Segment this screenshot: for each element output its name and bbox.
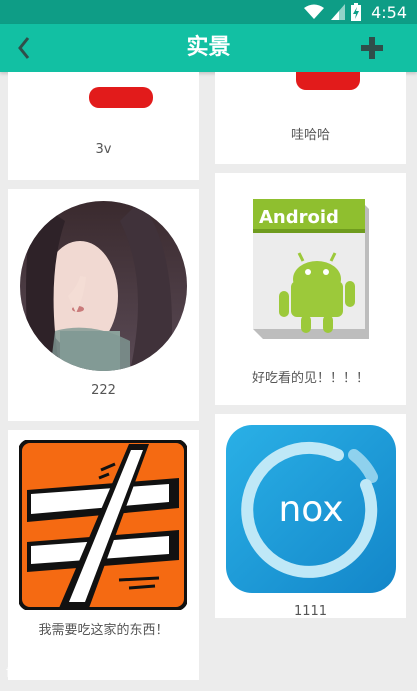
app-bar: 实景 (0, 24, 417, 72)
plus-icon (361, 37, 383, 59)
red-button-image (89, 87, 153, 108)
watermark-text: free for personal use (6, 665, 152, 681)
signal-icon (331, 4, 346, 20)
card-label: 222 (91, 383, 116, 398)
android-box-image: Android (253, 199, 369, 339)
battery-charging-icon (351, 3, 362, 21)
card-label: 3v (95, 142, 112, 157)
card-label: 哇哈哈 (290, 128, 330, 143)
grid-card[interactable]: 哇哈哈 (215, 72, 406, 164)
card-label: 好吃看的见！！！！ (251, 371, 369, 386)
svg-text:Android: Android (259, 207, 339, 228)
grid-card[interactable]: 222 (8, 189, 199, 421)
not-equal-sign-image (19, 440, 187, 610)
girl-portrait-photo (20, 201, 187, 371)
status-icons: 4:54 (303, 2, 407, 22)
card-label: 我需要吃这家的东西！ (38, 623, 169, 638)
grid-card[interactable]: nox 1111 (215, 414, 406, 619)
svg-text:nox: nox (278, 489, 343, 530)
nox-logo-image: nox (226, 425, 396, 593)
red-button-image (296, 72, 360, 90)
page-title: 实景 (186, 35, 231, 60)
grid-card[interactable]: Android 好吃看的见！！！！ (215, 173, 406, 405)
wifi-icon (304, 4, 325, 19)
grid-card[interactable]: 3v (8, 72, 199, 180)
status-time: 4:54 (371, 2, 407, 22)
status-bar: 4:54 (0, 0, 417, 24)
grid-card[interactable]: 我需要吃这家的东西！ (8, 430, 199, 680)
add-button[interactable] (357, 33, 387, 63)
image-grid: 3v 哇哈哈 222 Android 好吃看的见！！！！ 我需要吃这家的东西！ … (0, 72, 417, 691)
card-label: 1111 (293, 604, 328, 619)
